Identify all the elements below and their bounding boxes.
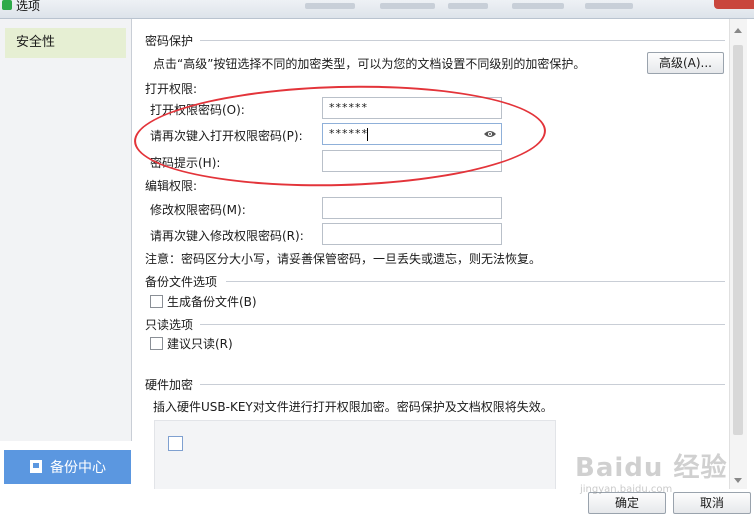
sidebar: 安全性 [0,19,132,441]
open-permission-title: 打开权限: [145,82,198,96]
background-blur [512,3,564,9]
divider [200,384,725,385]
section-title-password: 密码保护 [145,34,194,48]
app-icon [2,0,12,10]
section-title-hardware: 硬件加密 [145,378,194,392]
divider [200,324,725,325]
close-button[interactable] [714,0,754,9]
background-blur [305,3,355,9]
backup-center-button[interactable]: 备份中心 [4,450,131,484]
readonly-checkbox-label[interactable]: 建议只读(R) [167,335,233,352]
sidebar-item-security[interactable]: 安全性 [5,28,126,58]
hardware-key-checkbox[interactable] [168,436,183,451]
scroll-up-arrow-icon[interactable] [734,28,742,33]
background-blur [448,3,488,9]
annotation-circle [132,80,548,192]
background-blur [380,3,435,9]
window-title: 选项 [16,0,41,13]
section-title-backup: 备份文件选项 [145,275,218,289]
section-title-readonly: 只读选项 [145,318,194,332]
backup-center-label: 备份中心 [50,460,106,476]
edit-password-label: 修改权限密码(M): [150,203,246,217]
backup-checkbox[interactable] [150,295,163,308]
background-blur [585,3,633,9]
hardware-key-panel [154,420,556,494]
backup-checkbox-label[interactable]: 生成备份文件(B) [167,293,257,310]
vertical-scrollbar[interactable] [729,19,747,489]
edit-password-confirm-label: 请再次键入修改权限密码(R): [150,229,304,243]
edit-password-field[interactable] [322,197,502,219]
scroll-down-arrow-icon[interactable] [734,478,742,483]
hardware-description: 插入硬件USB-KEY对文件进行打开权限加密。密码保护及文档权限将失效。 [153,400,553,414]
advanced-description: 点击“高级”按钮选择不同的加密类型，可以为您的文档设置不同级别的加密保护。 [153,57,586,71]
ok-button[interactable]: 确定 [588,492,666,514]
baidu-watermark: Baidu 经验 [575,453,728,483]
scrollbar-thumb[interactable] [733,45,743,435]
baidu-watermark-url: jingyan.baidu.com [580,484,673,495]
cancel-button[interactable]: 取消 [673,492,751,514]
password-note: 注意：密码区分大小写，请妥善保管密码，一旦丢失或遗忘，则无法恢复。 [145,252,542,266]
divider [200,40,725,41]
readonly-checkbox[interactable] [150,337,163,350]
edit-permission-title: 编辑权限: [145,179,198,193]
backup-icon [30,460,42,473]
window-titlebar: 选项 [0,0,754,19]
advanced-button[interactable]: 高级(A)... [647,52,724,74]
divider [226,281,725,282]
edit-password-confirm-field[interactable] [322,223,502,245]
